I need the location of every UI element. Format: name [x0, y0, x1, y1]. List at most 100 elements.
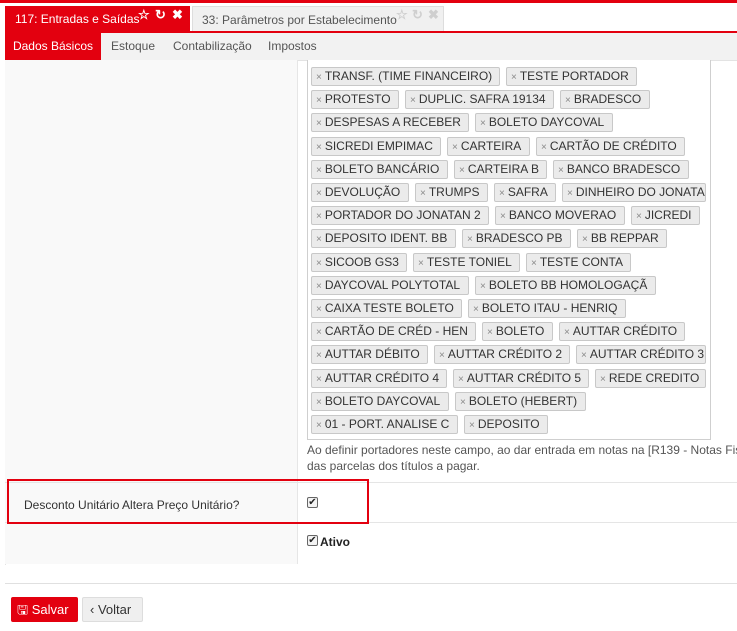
close-icon[interactable]: ✖ [428, 7, 439, 23]
remove-icon[interactable]: × [316, 397, 322, 408]
remove-icon[interactable]: × [316, 188, 322, 199]
remove-icon[interactable]: × [600, 374, 606, 385]
remove-icon[interactable]: × [316, 281, 322, 292]
remove-icon[interactable]: × [316, 374, 322, 385]
ativo-label[interactable]: Ativo [320, 535, 350, 549]
remove-icon[interactable]: × [316, 304, 322, 315]
portador-tag[interactable]: × AUTTAR CRÉDITO 3 [576, 345, 706, 365]
portador-tag[interactable]: × BB REPPAR [577, 229, 667, 249]
remove-icon[interactable]: × [458, 374, 464, 385]
portador-tag[interactable]: × TRANSF. (TIME FINANCEIRO) [311, 67, 500, 86]
remove-icon[interactable]: × [410, 95, 416, 106]
remove-icon[interactable]: × [469, 420, 475, 431]
portador-tag[interactable]: × AUTTAR CRÉDITO 2 [434, 345, 570, 365]
portador-tag[interactable]: × BOLETO ITAU - HENRIQ [468, 299, 626, 318]
remove-icon[interactable]: × [316, 258, 322, 269]
remove-icon[interactable]: × [480, 118, 486, 129]
remove-icon[interactable]: × [316, 420, 322, 431]
portador-tag[interactable]: × CARTÃO DE CRÉDITO [536, 136, 685, 156]
remove-icon[interactable]: × [316, 211, 322, 222]
portador-tag[interactable]: × BANCO MOVERAO [495, 206, 625, 226]
remove-icon[interactable]: × [316, 142, 322, 153]
remove-icon[interactable]: × [500, 211, 506, 222]
remove-icon[interactable]: × [316, 95, 322, 106]
portador-tag[interactable]: × AUTTAR CRÉDITO 5 [453, 368, 589, 388]
portador-tag[interactable]: × SAFRA [494, 183, 556, 202]
remove-icon[interactable]: × [439, 350, 445, 361]
portador-tag[interactable]: × 01 - PORT. ANALISE C [311, 415, 458, 434]
portador-tag[interactable]: × CARTEIRA B [454, 159, 547, 179]
star-icon[interactable]: ☆ [396, 7, 408, 23]
portador-tag[interactable]: × BOLETO [482, 322, 553, 342]
refresh-icon[interactable]: ↻ [155, 7, 166, 23]
subtab-contabilizacao[interactable]: Contabilização [173, 33, 252, 60]
portador-tag[interactable]: × DEVOLUÇÃO [311, 183, 409, 202]
portador-tag[interactable]: × TRUMPS [415, 183, 488, 202]
back-button[interactable]: ‹ Voltar [82, 597, 143, 622]
desconto-checkbox[interactable]: ✔ [307, 497, 318, 508]
portador-tag[interactable]: × BOLETO DAYCOVAL [311, 391, 449, 411]
portadores-multiselect[interactable]: × TRANSF. (TIME FINANCEIRO) × TESTE PORTADO… [307, 60, 711, 440]
remove-icon[interactable]: × [582, 234, 588, 245]
subtab-dados-basicos[interactable]: Dados Básicos [5, 33, 101, 60]
remove-icon[interactable]: × [316, 72, 322, 83]
portador-tag[interactable]: × AUTTAR CRÉDITO [559, 322, 685, 342]
portador-tag[interactable]: × TESTE CONTA [526, 252, 631, 272]
remove-icon[interactable]: × [480, 281, 486, 292]
portador-tag[interactable]: × BRADESCO [560, 90, 650, 110]
remove-icon[interactable]: × [581, 350, 587, 361]
portador-tag[interactable]: × BOLETO BB HOMOLOGAÇÃ [475, 275, 656, 295]
remove-icon[interactable]: × [316, 327, 322, 338]
remove-icon[interactable]: × [499, 188, 505, 199]
remove-icon[interactable]: × [316, 234, 322, 245]
portador-tag[interactable]: × BANCO BRADESCO [553, 159, 689, 179]
portador-tag[interactable]: × AUTTAR CRÉDITO 4 [311, 368, 447, 388]
remove-icon[interactable]: × [473, 304, 479, 315]
portador-tag[interactable]: × BOLETO BANCÁRIO [311, 159, 448, 179]
remove-icon[interactable]: × [567, 188, 573, 199]
subtab-impostos[interactable]: Impostos [268, 33, 317, 60]
remove-icon[interactable]: × [511, 72, 517, 83]
remove-icon[interactable]: × [564, 327, 570, 338]
portador-tag[interactable]: × DEPOSITO IDENT. BB [311, 229, 456, 249]
portador-tag[interactable]: × DEPOSITO [464, 415, 548, 434]
remove-icon[interactable]: × [541, 142, 547, 153]
portador-tag[interactable]: × SICREDI EMPIMAC [311, 136, 441, 156]
tab-entradas-saidas[interactable]: 117: Entradas e Saídas ☆ ↻ ✖ [5, 6, 190, 31]
portador-tag[interactable]: × DINHEIRO DO JONATAN [562, 183, 706, 202]
subtab-estoque[interactable]: Estoque [111, 33, 155, 60]
portador-tag[interactable]: × REDE CREDITO [595, 368, 706, 388]
remove-icon[interactable]: × [316, 118, 322, 129]
remove-icon[interactable]: × [316, 165, 322, 176]
portador-tag[interactable]: × TESTE PORTADOR [506, 67, 637, 86]
remove-icon[interactable]: × [565, 95, 571, 106]
portador-tag[interactable]: × DAYCOVAL POLYTOTAL [311, 275, 469, 295]
close-icon[interactable]: ✖ [172, 7, 183, 23]
portador-tag[interactable]: × DESPESAS A RECEBER [311, 113, 469, 133]
remove-icon[interactable]: × [459, 165, 465, 176]
remove-icon[interactable]: × [487, 327, 493, 338]
remove-icon[interactable]: × [316, 350, 322, 361]
refresh-icon[interactable]: ↻ [412, 7, 423, 23]
portador-tag[interactable]: × BOLETO DAYCOVAL [475, 113, 613, 133]
remove-icon[interactable]: × [558, 165, 564, 176]
portador-tag[interactable]: × PROTESTO [311, 90, 399, 110]
portador-tag[interactable]: × SICOOB GS3 [311, 252, 407, 272]
remove-icon[interactable]: × [452, 142, 458, 153]
portador-tag[interactable]: × CARTEIRA [447, 136, 530, 156]
ativo-checkbox[interactable]: ✔ [307, 535, 318, 546]
remove-icon[interactable]: × [467, 234, 473, 245]
portador-tag[interactable]: × DUPLIC. SAFRA 19134 [405, 90, 554, 110]
save-button[interactable]: 🖫 Salvar [11, 597, 78, 622]
portador-tag[interactable]: × AUTTAR DÉBITO [311, 345, 428, 365]
remove-icon[interactable]: × [636, 211, 642, 222]
remove-icon[interactable]: × [531, 258, 537, 269]
star-icon[interactable]: ☆ [138, 7, 150, 23]
portador-tag[interactable]: × CAIXA TESTE BOLETO [311, 299, 462, 318]
portador-tag[interactable]: × TESTE TONIEL [413, 252, 520, 272]
portador-tag[interactable]: × CARTÃO DE CRÉD - HEN [311, 322, 476, 342]
portador-tag[interactable]: × BRADESCO PB [462, 229, 571, 249]
remove-icon[interactable]: × [418, 258, 424, 269]
tab-parametros-estabelecimento[interactable]: 33: Parâmetros por Estabelecimento ☆ ↻ ✖ [192, 6, 444, 31]
portador-tag[interactable]: × JICREDI [631, 206, 700, 226]
